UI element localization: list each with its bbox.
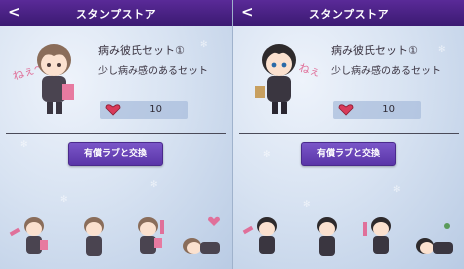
exchange-button[interactable]: 有償ラブと交換	[68, 142, 163, 166]
sticker-preview-4[interactable]	[411, 212, 459, 262]
set-description: 少し病み感のあるセット	[98, 66, 208, 77]
price-value: 10	[149, 104, 162, 115]
sticker-preview-1[interactable]	[241, 212, 289, 262]
snowflake-icon: ✻	[393, 185, 401, 195]
avatar-speech-text: ねぇ〜	[297, 61, 321, 82]
sticker-preview-3[interactable]	[124, 212, 172, 262]
sticker-preview-1[interactable]	[8, 212, 56, 262]
header-bar: < スタンプストア	[0, 0, 232, 26]
snowflake-icon: ✻	[20, 140, 28, 150]
sticker-preview-4[interactable]	[178, 212, 226, 262]
love-gem-icon	[105, 104, 121, 116]
snowflake-icon: ✻	[303, 200, 311, 210]
header-bar: < スタンプストア	[233, 0, 464, 26]
snowflake-icon: ✻	[150, 180, 158, 190]
divider	[239, 133, 459, 134]
sticker-preview-2[interactable]	[70, 212, 118, 262]
stamp-store-panel-left: ✻ ✻ ✻ ✻ < スタンプストア ねぇ〜 病み彼氏セット① 少し病み感のあるセ…	[0, 0, 232, 269]
snowflake-icon: ✻	[438, 45, 446, 55]
price-value: 10	[382, 104, 395, 115]
price-box: 10	[100, 101, 188, 119]
set-description: 少し病み感のあるセット	[331, 66, 441, 77]
page-title: スタンプストア	[75, 8, 157, 21]
exchange-button[interactable]: 有償ラブと交換	[301, 142, 396, 166]
sticker-preview-2[interactable]	[303, 212, 351, 262]
divider	[6, 133, 226, 134]
character-avatar: ねぇ〜	[255, 44, 321, 114]
love-gem-icon	[338, 104, 354, 116]
set-name: 病み彼氏セット①	[331, 44, 418, 57]
set-name: 病み彼氏セット①	[98, 44, 185, 57]
page-title: スタンプストア	[308, 8, 390, 21]
snowflake-icon: ✻	[200, 40, 208, 50]
price-box: 10	[333, 101, 421, 119]
sticker-preview-3[interactable]	[357, 212, 405, 262]
snowflake-icon: ✻	[263, 150, 271, 160]
stamp-store-panel-right: ✻ ✻ ✻ ✻ < スタンプストア ねぇ〜 病み彼氏セット① 少し病み感のあるセ…	[232, 0, 464, 269]
snowflake-icon: ✻	[60, 195, 68, 205]
character-avatar: ねぇ〜	[11, 44, 74, 114]
